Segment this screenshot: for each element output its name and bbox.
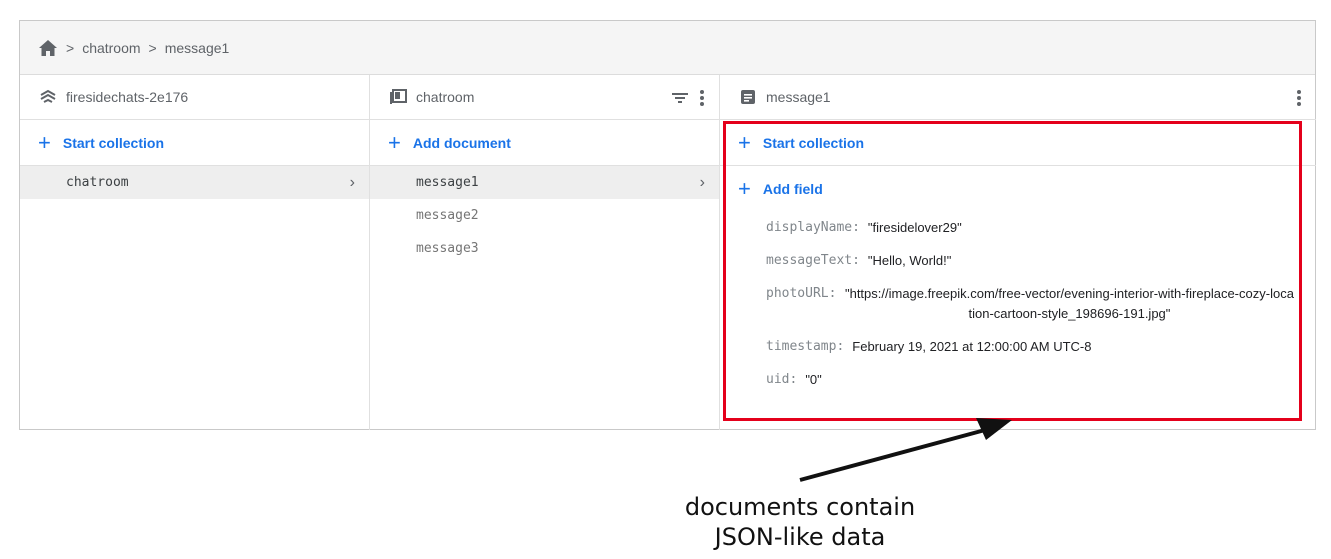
- annotation-line: JSON-like data: [714, 523, 886, 551]
- annotation-line: documents contain: [684, 493, 916, 521]
- annotation-arrow: [799, 418, 1012, 482]
- annotation-text: documents contain JSON-like data: [640, 492, 960, 552]
